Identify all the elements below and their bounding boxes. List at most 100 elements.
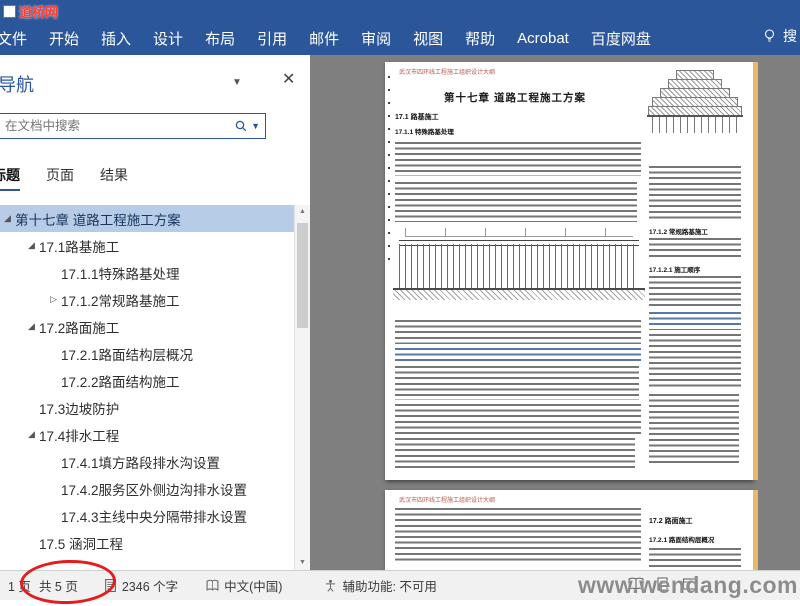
nav-tab-strip: 标题 页面 结果 xyxy=(0,165,128,191)
text-paragraph xyxy=(649,334,741,390)
heading-17-1: 17.1 路基施工 xyxy=(395,114,439,121)
text-paragraph xyxy=(649,166,741,220)
text-paragraph xyxy=(395,182,637,222)
nav-heading-label: 17.1.1特殊路基处理 xyxy=(61,266,180,282)
embankment-diagram xyxy=(647,70,743,162)
tab-mailings[interactable]: 邮件 xyxy=(298,28,350,49)
document-page-1[interactable]: 武汉市四环线工程施工组织设计大纲 第十七章 道路工程施工方案 17.1 路基施工… xyxy=(385,62,753,480)
word-count-icon xyxy=(104,579,117,592)
embankment-layer xyxy=(660,88,730,97)
language-label: 中文(中国) xyxy=(224,580,283,594)
nav-heading-17-4-1[interactable]: 17.4.1填方路段排水沟设置 xyxy=(0,448,295,475)
tell-me-search[interactable]: 搜 xyxy=(762,26,797,46)
embankment-layer xyxy=(668,79,722,88)
total-pages-indicator[interactable]: 共 5 页 xyxy=(39,576,78,595)
scrollbar-thumb[interactable] xyxy=(297,223,308,328)
heading-17-1-2: 17.1.2 常规路基施工 xyxy=(649,229,708,236)
lightbulb-icon xyxy=(762,28,777,44)
heading-17-1-1: 17.1.1 特殊路基处理 xyxy=(395,129,454,136)
site-logo: 道桥网 xyxy=(3,2,58,21)
document-page-2[interactable]: 武汉市四环线工程施工组织设计大纲 17.2 路面施工 17.2.1 路面结构层概… xyxy=(385,490,753,570)
nav-heading-label: 17.3边坡防护 xyxy=(39,401,120,417)
site-logo-icon xyxy=(3,5,16,18)
tab-design[interactable]: 设计 xyxy=(142,28,194,49)
embankment-layer xyxy=(676,70,714,79)
embankment-layer xyxy=(652,97,738,106)
text-paragraph xyxy=(395,404,641,434)
page-number-indicator[interactable]: 1 页 xyxy=(8,576,31,595)
collapse-triangle-icon[interactable]: ◢ xyxy=(24,321,39,332)
soil-hatch xyxy=(393,290,645,300)
tab-acrobat[interactable]: Acrobat xyxy=(506,30,580,47)
tab-baidu-netdisk[interactable]: 百度网盘 xyxy=(580,28,662,49)
nav-heading-17-2[interactable]: ◢ 17.2路面施工 xyxy=(0,313,295,340)
nav-heading-17-4-3[interactable]: 17.4.3主线中央分隔带排水设置 xyxy=(0,502,295,529)
nav-heading-17-2-2[interactable]: 17.2.2路面结构施工 xyxy=(0,367,295,394)
tab-review[interactable]: 审阅 xyxy=(350,28,402,49)
text-paragraph xyxy=(395,508,641,564)
accessibility-indicator[interactable]: 辅助功能: 不可用 xyxy=(324,576,437,595)
nav-heading-17-4[interactable]: ◢ 17.4排水工程 xyxy=(0,421,295,448)
nav-tab-pages[interactable]: 页面 xyxy=(46,165,74,191)
text-paragraph xyxy=(649,238,741,260)
nav-scrollbar[interactable]: ▲ ▼ xyxy=(294,205,310,570)
search-input[interactable] xyxy=(0,119,235,133)
nav-heading-chapter17[interactable]: ◢ 第十七章 道路工程施工方案 xyxy=(0,205,295,232)
search-options-caret-icon[interactable]: ▼ xyxy=(251,121,260,131)
tab-help[interactable]: 帮助 xyxy=(454,28,506,49)
nav-heading-17-4-2[interactable]: 17.4.2服务区外侧边沟排水设置 xyxy=(0,475,295,502)
nav-heading-label: 17.2.2路面结构施工 xyxy=(61,374,180,390)
nav-heading-label: 17.4排水工程 xyxy=(39,428,120,444)
tab-view[interactable]: 视图 xyxy=(402,28,454,49)
pile-hatch xyxy=(652,117,738,133)
document-search-box[interactable]: ▼ xyxy=(0,113,266,139)
tab-references[interactable]: 引用 xyxy=(246,28,298,49)
tab-layout[interactable]: 布局 xyxy=(194,28,246,49)
headings-tree: ◢ 第十七章 道路工程施工方案 ◢ 17.1路基施工 17.1.1特殊路基处理 … xyxy=(0,205,295,556)
text-paragraph xyxy=(395,348,641,362)
word-count-label: 2346 个字 xyxy=(121,580,179,594)
nav-heading-label: 17.4.2服务区外侧边沟排水设置 xyxy=(61,482,248,498)
ribbon-tab-strip: 文件 开始 插入 设计 布局 引用 邮件 审阅 视图 帮助 Acrobat 百度… xyxy=(0,23,662,53)
expand-triangle-icon[interactable]: ▷ xyxy=(46,294,61,305)
tell-me-label: 搜 xyxy=(783,28,797,44)
nav-heading-17-1[interactable]: ◢ 17.1路基施工 xyxy=(0,232,295,259)
word-count-indicator[interactable]: 2346 个字 xyxy=(104,576,178,595)
text-paragraph xyxy=(395,366,639,400)
scroll-up-icon[interactable]: ▲ xyxy=(295,205,310,219)
nav-heading-17-3[interactable]: 17.3边坡防护 xyxy=(0,394,295,421)
nav-heading-label: 第十七章 道路工程施工方案 xyxy=(15,212,181,228)
collapse-triangle-icon[interactable]: ◢ xyxy=(24,429,39,440)
site-logo-text: 道桥网 xyxy=(19,5,59,20)
tab-home[interactable]: 开始 xyxy=(38,28,90,49)
nav-heading-label: 17.4.3主线中央分隔带排水设置 xyxy=(61,509,248,525)
nav-options-caret-icon[interactable]: ▼ xyxy=(232,77,242,88)
dimension-line xyxy=(405,228,633,237)
nav-heading-label: 17.2.1路面结构层概况 xyxy=(61,347,194,363)
language-indicator[interactable]: 中文(中国) xyxy=(206,576,282,595)
search-icon[interactable] xyxy=(234,119,248,133)
embankment-layer xyxy=(648,106,742,115)
chapter-title: 第十七章 道路工程施工方案 xyxy=(444,92,586,104)
nav-tab-results[interactable]: 结果 xyxy=(100,165,128,191)
nav-heading-label: 17.2路面施工 xyxy=(39,320,120,336)
page-markup-strip xyxy=(753,490,758,570)
nav-pane-title: 导航 xyxy=(0,75,34,95)
nav-heading-17-2-1[interactable]: 17.2.1路面结构层概况 xyxy=(0,340,295,367)
nav-close-icon[interactable]: ✕ xyxy=(282,69,295,89)
collapse-triangle-icon[interactable]: ◢ xyxy=(0,213,15,224)
tab-insert[interactable]: 插入 xyxy=(90,28,142,49)
navigation-pane: 导航 ▼ ✕ ▼ 标题 页面 结果 ◢ 第十七章 道路工程施工方案 ◢ 17.1… xyxy=(0,55,311,570)
tab-file[interactable]: 文件 xyxy=(0,28,38,49)
scroll-down-icon[interactable]: ▼ xyxy=(295,556,310,570)
ribbon-bar: 道桥网 文件 开始 插入 设计 布局 引用 邮件 审阅 视图 帮助 Acroba… xyxy=(0,0,800,55)
text-paragraph xyxy=(649,276,741,308)
text-paragraph xyxy=(395,438,635,468)
nav-tab-headings[interactable]: 标题 xyxy=(0,165,20,191)
nav-heading-17-1-2[interactable]: ▷ 17.1.2常规路基施工 xyxy=(0,286,295,313)
nav-heading-17-1-1[interactable]: 17.1.1特殊路基处理 xyxy=(0,259,295,286)
nav-heading-17-5[interactable]: 17.5 涵洞工程 xyxy=(0,529,295,556)
nav-heading-label: 17.1路基施工 xyxy=(39,239,120,255)
collapse-triangle-icon[interactable]: ◢ xyxy=(24,240,39,251)
pile-hatch xyxy=(399,244,639,288)
